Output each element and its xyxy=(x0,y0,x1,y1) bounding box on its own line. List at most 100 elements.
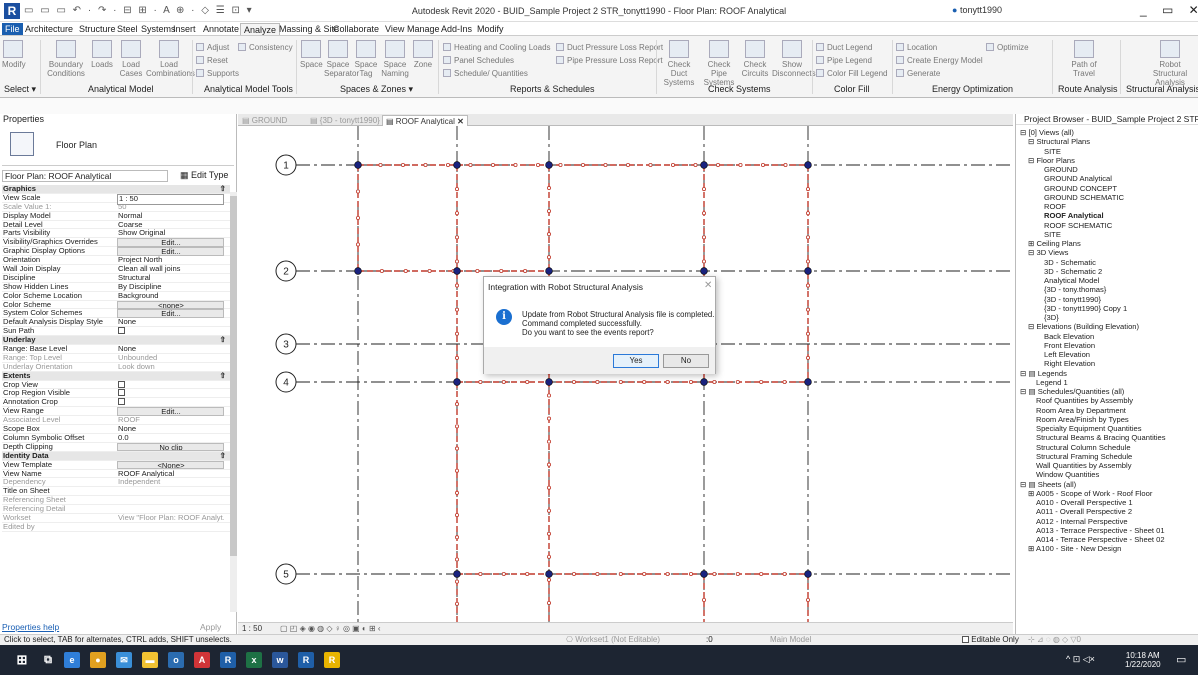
beam-node[interactable] xyxy=(701,211,706,216)
property-row[interactable]: System Color Schemes Edit... xyxy=(2,309,230,319)
property-value[interactable]: Edit... xyxy=(117,309,224,318)
property-row[interactable]: View Range Edit... xyxy=(2,407,230,417)
beam-node[interactable] xyxy=(735,571,740,576)
browser-tree-item[interactable]: ⊟ Elevations (Building Elevation) xyxy=(1028,322,1139,331)
browser-tree-item[interactable]: Room Area by Department xyxy=(1036,406,1126,415)
property-row[interactable]: Column Symbolic Offset 0.0 xyxy=(2,434,230,443)
column-node[interactable] xyxy=(804,570,812,578)
optimize-button[interactable]: Optimize xyxy=(986,42,1029,53)
browser-tree-item[interactable]: ⊟ 3D Views xyxy=(1028,248,1068,257)
beam-node[interactable] xyxy=(501,571,506,576)
show-disconnects-button[interactable]: Show Disconnects xyxy=(772,40,816,78)
panel-schedules-button[interactable]: Panel Schedules xyxy=(443,55,514,66)
property-value[interactable]: None xyxy=(117,425,224,434)
space-separator-button[interactable]: Space Separator xyxy=(324,40,359,78)
ribbon-tab[interactable]: Structure xyxy=(76,23,119,35)
column-node[interactable] xyxy=(700,267,708,275)
browser-tree-item[interactable]: GROUND Analytical xyxy=(1044,174,1112,183)
property-value[interactable]: Project North xyxy=(117,256,224,265)
browser-tree-item[interactable]: {3D - tonytt1990} xyxy=(1044,295,1101,304)
autodesk-icon[interactable]: A xyxy=(194,652,210,668)
property-row[interactable]: Depth Clipping No clip xyxy=(2,442,230,452)
beam-node[interactable] xyxy=(427,268,432,273)
close-icon[interactable]: ✕ xyxy=(455,117,464,126)
column-node[interactable] xyxy=(453,570,461,578)
beam-node[interactable] xyxy=(478,379,483,384)
browser-tree-item[interactable]: Legend 1 xyxy=(1036,378,1068,387)
word-icon[interactable]: w xyxy=(272,652,288,668)
property-checkbox[interactable] xyxy=(118,389,125,397)
beam-node[interactable] xyxy=(454,579,459,584)
supports-button[interactable]: Supports xyxy=(196,68,239,79)
beam-node[interactable] xyxy=(665,571,670,576)
beam-node[interactable] xyxy=(356,242,361,247)
property-row[interactable]: Wall Join Display Clean all wall joins xyxy=(2,265,230,274)
property-value[interactable]: ROOF Analytical xyxy=(117,470,224,479)
property-value[interactable]: Show Original xyxy=(117,229,224,238)
yes-button[interactable]: Yes xyxy=(613,354,659,368)
beam-node[interactable] xyxy=(642,571,647,576)
robot-structural-button[interactable]: Robot Structural Analysis xyxy=(1142,40,1198,87)
pipe-pressure-button[interactable]: Pipe Pressure Loss Report xyxy=(556,55,663,66)
beam-node[interactable] xyxy=(571,571,576,576)
property-value[interactable]: Unbounded xyxy=(117,354,224,363)
beam-node[interactable] xyxy=(475,268,480,273)
collapse-icon[interactable]: ⇧ xyxy=(220,185,226,194)
property-row[interactable]: Annotation Crop xyxy=(2,398,230,408)
column-node[interactable] xyxy=(700,161,708,169)
grid-label[interactable]: 4 xyxy=(283,378,289,389)
beam-node[interactable] xyxy=(701,259,706,264)
property-value[interactable]: View "Floor Plan: ROOF Analyt... xyxy=(117,514,224,523)
check-pipe-systems-button[interactable]: Check Pipe Systems xyxy=(700,40,738,87)
browser-tree-item[interactable]: Room Area/Finish by Types xyxy=(1036,415,1129,424)
browser-tree-item[interactable]: ⊞ A005 - Scope of Work - Roof Floor xyxy=(1028,489,1152,498)
property-value[interactable]: Normal xyxy=(117,212,224,221)
property-row[interactable]: View Template <None> xyxy=(2,460,230,470)
beam-node[interactable] xyxy=(783,163,788,168)
beam-node[interactable] xyxy=(546,439,551,444)
generate-button[interactable]: Generate xyxy=(896,68,940,79)
browser-tree-item[interactable]: {3D} xyxy=(1044,313,1059,322)
panel-check-systems[interactable]: Check Systems xyxy=(708,84,771,94)
ribbon-tab[interactable]: Architecture xyxy=(22,23,76,35)
column-node[interactable] xyxy=(804,267,812,275)
beam-node[interactable] xyxy=(454,468,459,473)
property-value[interactable]: By Discipline xyxy=(117,283,224,292)
property-value[interactable]: Clean all wall joins xyxy=(117,265,224,274)
column-node[interactable] xyxy=(700,378,708,386)
column-node[interactable] xyxy=(453,267,461,275)
beam-node[interactable] xyxy=(782,379,787,384)
browser-tree-item[interactable]: Analytical Model xyxy=(1044,276,1099,285)
beam-node[interactable] xyxy=(400,163,405,168)
ribbon-tab[interactable]: Collaborate xyxy=(330,23,382,35)
beam-node[interactable] xyxy=(546,554,551,559)
dialog-close-icon[interactable]: ✕ xyxy=(704,280,712,291)
browser-tree-item[interactable]: 3D - Schematic 2 xyxy=(1044,267,1102,276)
property-value[interactable] xyxy=(117,389,224,398)
beam-node[interactable] xyxy=(571,379,576,384)
beam-node[interactable] xyxy=(618,571,623,576)
property-value[interactable]: None xyxy=(117,345,224,354)
mail-icon[interactable]: ✉ xyxy=(116,652,132,668)
property-row[interactable]: Associated Level ROOF xyxy=(2,416,230,426)
apply-button[interactable]: Apply xyxy=(200,622,221,632)
notifications-icon[interactable]: ▭ xyxy=(1176,653,1186,666)
browser-tree-item[interactable]: ⊞ A100 - Site - New Design xyxy=(1028,544,1121,553)
modify-button[interactable]: Modify xyxy=(2,40,26,69)
property-row[interactable]: Title on Sheet xyxy=(2,487,230,497)
column-node[interactable] xyxy=(545,570,553,578)
property-value[interactable]: ROOF xyxy=(117,416,224,425)
property-row[interactable]: Orientation Project North xyxy=(2,256,230,266)
browser-tree-item[interactable]: Roof Quantities by Assembly xyxy=(1036,396,1133,405)
browser-tree-item[interactable]: ⊞ Ceiling Plans xyxy=(1028,239,1081,248)
grid-label[interactable]: 1 xyxy=(283,161,289,172)
beam-node[interactable] xyxy=(546,577,551,582)
beam-node[interactable] xyxy=(806,187,811,192)
beam-node[interactable] xyxy=(546,186,551,191)
beam-node[interactable] xyxy=(546,531,551,536)
location-button[interactable]: Location xyxy=(896,42,937,53)
browser-tree-item[interactable]: ⊟ ▤ Sheets (all) xyxy=(1020,480,1076,489)
property-row[interactable]: Parts Visibility Show Original xyxy=(2,229,230,239)
property-row[interactable]: Color Scheme Location Background xyxy=(2,292,230,301)
property-value[interactable]: <None> xyxy=(117,460,224,470)
